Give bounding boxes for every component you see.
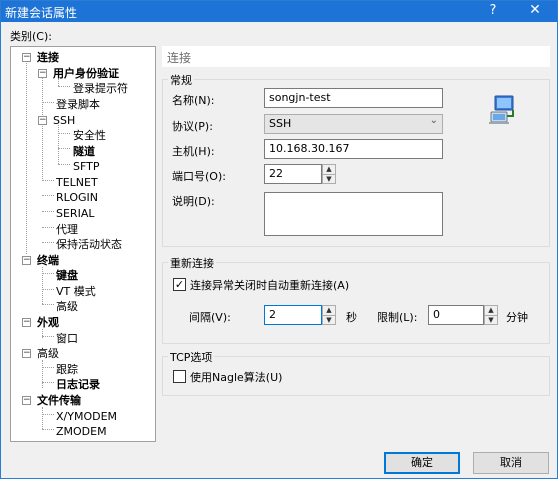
host-label: 主机(H): bbox=[172, 145, 215, 158]
category-tree[interactable]: − − − − − − − 连接 用户身份验证 登录提示符 登录脚本 SSH 安… bbox=[10, 46, 156, 442]
reconnect-legend: 重新连接 bbox=[168, 255, 216, 271]
tree-item-connection[interactable]: 连接 bbox=[37, 50, 59, 65]
port-spinner[interactable]: ▲ ▼ bbox=[322, 164, 336, 184]
limit-spinner[interactable]: ▲ ▼ bbox=[484, 305, 498, 325]
collapse-icon[interactable]: − bbox=[22, 318, 31, 327]
tree-item-security[interactable]: 安全性 bbox=[73, 128, 106, 143]
tree-item-sftp[interactable]: SFTP bbox=[73, 159, 99, 174]
page-title: 连接 bbox=[162, 46, 550, 67]
tree-item-keep-alive[interactable]: 保持活动状态 bbox=[56, 237, 122, 252]
tree-item-terminal-advanced[interactable]: 高级 bbox=[56, 299, 78, 314]
interval-field[interactable]: 2 bbox=[264, 305, 322, 325]
auto-reconnect-label[interactable]: 连接异常关闭时自动重新连接(A) bbox=[190, 277, 349, 293]
collapse-icon[interactable]: − bbox=[22, 53, 31, 62]
general-legend: 常规 bbox=[168, 72, 194, 88]
interval-unit: 秒 bbox=[346, 311, 357, 324]
tree-item-advanced[interactable]: 高级 bbox=[37, 346, 59, 361]
computer-network-icon bbox=[489, 95, 514, 124]
nagle-checkbox[interactable] bbox=[173, 370, 186, 383]
spin-down-icon[interactable]: ▼ bbox=[323, 315, 335, 324]
collapse-icon[interactable]: − bbox=[22, 256, 31, 265]
interval-label: 间隔(V): bbox=[189, 311, 231, 324]
name-field[interactable]: songjn-test bbox=[264, 88, 443, 108]
tcp-options-legend: TCP选项 bbox=[168, 349, 215, 365]
tree-item-authentication[interactable]: 用户身份验证 bbox=[53, 66, 119, 81]
spin-down-icon[interactable]: ▼ bbox=[323, 174, 335, 183]
name-label: 名称(N): bbox=[172, 94, 215, 107]
tree-item-ssh[interactable]: SSH bbox=[53, 113, 75, 128]
tree-item-logging[interactable]: 日志记录 bbox=[56, 377, 100, 392]
title-bar: 新建会话属性 ? ✕ bbox=[1, 1, 557, 22]
description-field[interactable] bbox=[264, 192, 443, 236]
spin-up-icon[interactable]: ▲ bbox=[323, 165, 335, 174]
tree-item-zmodem[interactable]: ZMODEM bbox=[56, 424, 107, 439]
tree-item-trace[interactable]: 跟踪 bbox=[56, 362, 78, 377]
nagle-label[interactable]: 使用Nagle算法(U) bbox=[190, 369, 282, 385]
port-label: 端口号(O): bbox=[172, 170, 226, 183]
host-field[interactable]: 10.168.30.167 bbox=[264, 139, 443, 159]
spin-up-icon[interactable]: ▲ bbox=[323, 306, 335, 315]
description-label: 说明(D): bbox=[172, 195, 215, 208]
protocol-select[interactable]: SSH ⌄ bbox=[264, 114, 443, 134]
protocol-select-value: SSH bbox=[269, 117, 292, 130]
auto-reconnect-checkbox[interactable]: ✓ bbox=[173, 278, 186, 291]
tree-item-window[interactable]: 窗口 bbox=[56, 331, 78, 346]
tree-item-file-transfer[interactable]: 文件传输 bbox=[37, 393, 81, 408]
ok-button[interactable]: 确定 bbox=[384, 452, 460, 474]
tree-item-vt-modes[interactable]: VT 模式 bbox=[56, 284, 96, 299]
close-button[interactable]: ✕ bbox=[525, 2, 545, 18]
tree-item-serial[interactable]: SERIAL bbox=[56, 206, 94, 221]
tree-item-proxy[interactable]: 代理 bbox=[56, 222, 78, 237]
tree-item-xymodem[interactable]: X/YMODEM bbox=[56, 409, 117, 424]
tree-item-tunneling[interactable]: 隧道 bbox=[73, 144, 95, 159]
cancel-button[interactable]: 取消 bbox=[473, 452, 549, 474]
limit-unit: 分钟 bbox=[506, 311, 528, 324]
tree-item-rlogin[interactable]: RLOGIN bbox=[56, 190, 98, 205]
chevron-down-icon: ⌄ bbox=[429, 115, 438, 126]
window-title: 新建会话属性 bbox=[5, 6, 78, 20]
category-label: 类别(C): bbox=[10, 30, 52, 43]
port-field[interactable]: 22 bbox=[264, 164, 322, 184]
collapse-icon[interactable]: − bbox=[38, 116, 47, 125]
tree-item-keyboard[interactable]: 键盘 bbox=[56, 268, 78, 283]
tree-item-login-script[interactable]: 登录脚本 bbox=[56, 97, 100, 112]
session-properties-dialog: 新建会话属性 ? ✕ 类别(C): − − − − − − − 连接 用户身份验… bbox=[0, 0, 558, 479]
protocol-label: 协议(P): bbox=[172, 120, 213, 133]
tree-item-appearance[interactable]: 外观 bbox=[37, 315, 59, 330]
help-button[interactable]: ? bbox=[485, 3, 501, 18]
limit-label: 限制(L): bbox=[377, 311, 418, 324]
collapse-icon[interactable]: − bbox=[22, 396, 31, 405]
spin-up-icon[interactable]: ▲ bbox=[485, 306, 497, 315]
collapse-icon[interactable]: − bbox=[22, 349, 31, 358]
reconnect-group bbox=[162, 262, 550, 344]
interval-spinner[interactable]: ▲ ▼ bbox=[322, 305, 336, 325]
collapse-icon[interactable]: − bbox=[38, 69, 47, 78]
tree-item-login-prompts[interactable]: 登录提示符 bbox=[73, 81, 128, 96]
limit-field[interactable]: 0 bbox=[428, 305, 484, 325]
spin-down-icon[interactable]: ▼ bbox=[485, 315, 497, 324]
tree-item-telnet[interactable]: TELNET bbox=[56, 175, 98, 190]
tree-item-terminal[interactable]: 终端 bbox=[37, 253, 59, 268]
